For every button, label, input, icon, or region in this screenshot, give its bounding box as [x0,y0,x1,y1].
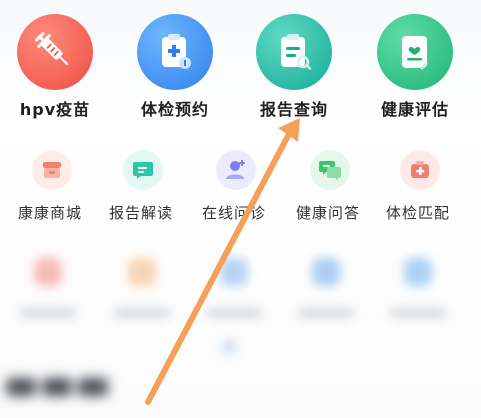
service-report-interpretation[interactable]: 报告解读 [93,150,189,230]
service-label: 报告查询 [259,100,328,119]
blurred-label [298,308,354,318]
service-label: 体检匹配 [385,204,450,222]
service-online-consultation[interactable]: 在线问诊 [186,150,282,230]
blurred-label [114,308,170,318]
blurred-icon [312,258,340,286]
doctor-consult-icon [216,150,256,190]
blurred-icon [128,258,156,286]
service-label: hpv疫苗 [19,100,91,119]
blurred-label [206,308,262,318]
service-checkup-matching[interactable]: 体检匹配 [370,150,466,230]
health-assessment-icon [377,14,453,90]
report-chat-icon [123,150,163,190]
blurred-dot [222,340,236,354]
shop-icon [32,150,72,190]
vaccine-syringe-icon [17,14,93,90]
blurred-icon [220,258,248,286]
blurred-icon [34,258,62,286]
blurred-label [390,308,446,318]
service-report-query[interactable]: 报告查询 [244,14,344,124]
qa-chat-icon [310,150,350,190]
service-label: 体检预约 [140,100,209,119]
clipboard-plus-icon [137,14,213,90]
service-health-assessment[interactable]: 健康评估 [365,14,465,124]
report-search-icon [256,14,332,90]
blurred-section-title [6,374,116,400]
blurred-label [20,308,76,318]
service-label: 健康评估 [380,100,449,119]
health-services-screen: hpv疫苗 体检预约 报告查询 健康评估 康康商城 报告解读 在线问诊 健康问答… [0,0,481,418]
blurred-icon [404,258,432,286]
blurred-services-row [0,248,481,358]
service-kangkang-mall[interactable]: 康康商城 [2,150,98,230]
medical-kit-icon [400,150,440,190]
service-hpv-vaccine[interactable]: hpv疫苗 [5,14,105,124]
service-checkup-booking[interactable]: 体检预约 [125,14,225,124]
